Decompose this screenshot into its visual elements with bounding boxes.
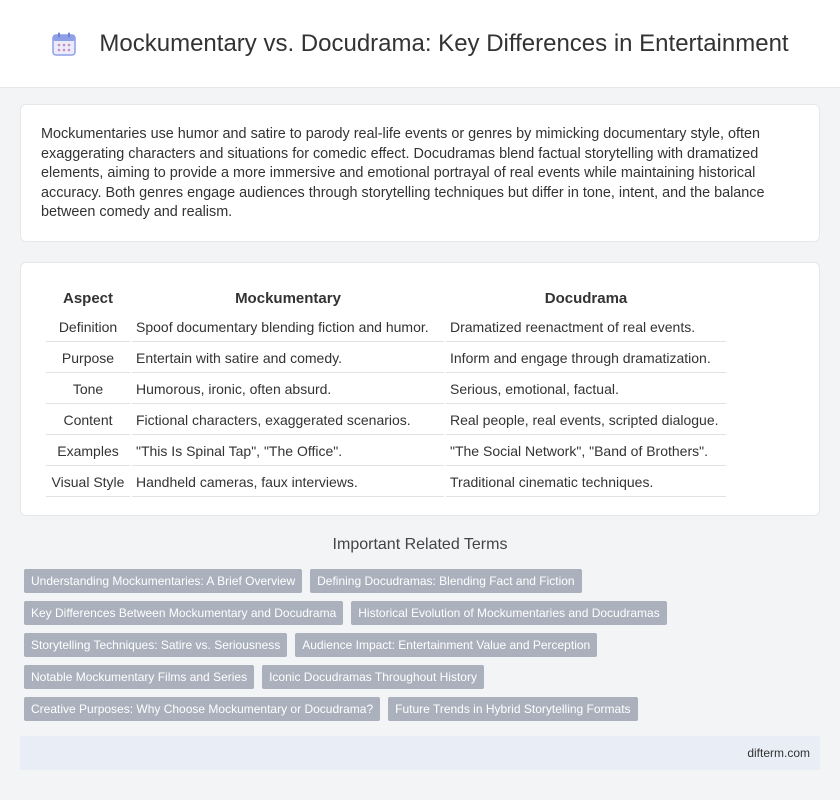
- tag-row: Key Differences Between Mockumentary and…: [24, 601, 824, 625]
- comparison-card: Aspect Mockumentary Docudrama Definition…: [20, 262, 820, 516]
- related-term-tag[interactable]: Historical Evolution of Mockumentaries a…: [351, 601, 667, 625]
- footer-site-link[interactable]: difterm.com: [747, 746, 810, 760]
- table-row: Purpose Entertain with satire and comedy…: [46, 344, 726, 373]
- table-cell-docudrama: Dramatized reenactment of real events.: [446, 313, 726, 342]
- table-cell-aspect: Content: [46, 406, 130, 435]
- tag-row: Understanding Mockumentaries: A Brief Ov…: [24, 569, 824, 593]
- table-cell-docudrama: Traditional cinematic techniques.: [446, 468, 726, 497]
- related-term-tag[interactable]: Understanding Mockumentaries: A Brief Ov…: [24, 569, 303, 593]
- table-cell-aspect: Definition: [46, 313, 130, 342]
- tag-row: Creative Purposes: Why Choose Mockumenta…: [24, 697, 824, 721]
- table-cell-mockumentary: Entertain with satire and comedy.: [132, 344, 444, 373]
- table-cell-aspect: Examples: [46, 437, 130, 466]
- table-cell-mockumentary: Spoof documentary blending fiction and h…: [132, 313, 444, 342]
- intro-card: Mockumentaries use humor and satire to p…: [20, 104, 820, 242]
- column-header-aspect: Aspect: [62, 289, 114, 307]
- table-cell-docudrama: Real people, real events, scripted dialo…: [446, 406, 726, 435]
- related-term-tag[interactable]: Audience Impact: Entertainment Value and…: [295, 633, 598, 657]
- related-terms-list: Understanding Mockumentaries: A Brief Ov…: [24, 569, 824, 729]
- page-footer: difterm.com: [20, 736, 820, 770]
- column-header-docudrama: Docudrama: [544, 289, 628, 307]
- tag-row: Storytelling Techniques: Satire vs. Seri…: [24, 633, 824, 657]
- column-header-mockumentary: Mockumentary: [235, 289, 341, 307]
- table-cell-mockumentary: Humorous, ironic, often absurd.: [132, 375, 444, 404]
- related-term-tag[interactable]: Iconic Docudramas Throughout History: [262, 665, 484, 689]
- table-header-row: Aspect Mockumentary Docudrama: [46, 285, 726, 311]
- page-title: Mockumentary vs. Docudrama: Key Differen…: [99, 29, 789, 57]
- table-cell-aspect: Visual Style: [46, 468, 130, 497]
- table-cell-docudrama: Serious, emotional, factual.: [446, 375, 726, 404]
- table-row: Tone Humorous, ironic, often absurd. Ser…: [46, 375, 726, 404]
- related-term-tag[interactable]: Defining Docudramas: Blending Fact and F…: [310, 569, 582, 593]
- intro-text: Mockumentaries use humor and satire to p…: [41, 126, 765, 221]
- related-term-tag[interactable]: Storytelling Techniques: Satire vs. Seri…: [24, 633, 288, 657]
- table-cell-mockumentary: Handheld cameras, faux interviews.: [132, 468, 444, 497]
- table-cell-aspect: Purpose: [46, 344, 130, 373]
- table-cell-mockumentary: Fictional characters, exaggerated scenar…: [132, 406, 444, 435]
- table-cell-docudrama: Inform and engage through dramatization.: [446, 344, 726, 373]
- table-row: Examples "This Is Spinal Tap", "The Offi…: [46, 437, 726, 466]
- related-terms-title: Important Related Terms: [332, 536, 508, 553]
- table-cell-mockumentary: "This Is Spinal Tap", "The Office".: [132, 437, 444, 466]
- related-term-tag[interactable]: Notable Mockumentary Films and Series: [24, 665, 255, 689]
- table-row: Content Fictional characters, exaggerate…: [46, 406, 726, 435]
- table-cell-docudrama: "The Social Network", "Band of Brothers"…: [446, 437, 726, 466]
- tag-row: Notable Mockumentary Films and Series Ic…: [24, 665, 824, 689]
- page-header: Mockumentary vs. Docudrama: Key Differen…: [0, 0, 840, 88]
- related-term-tag[interactable]: Key Differences Between Mockumentary and…: [24, 601, 344, 625]
- table-row: Definition Spoof documentary blending fi…: [46, 313, 726, 342]
- related-term-tag[interactable]: Creative Purposes: Why Choose Mockumenta…: [24, 697, 381, 721]
- table-cell-aspect: Tone: [46, 375, 130, 404]
- calendar-icon: [52, 32, 77, 56]
- related-term-tag[interactable]: Future Trends in Hybrid Storytelling For…: [388, 697, 638, 721]
- table-row: Visual Style Handheld cameras, faux inte…: [46, 468, 726, 497]
- comparison-table: Aspect Mockumentary Docudrama Definition…: [44, 283, 728, 499]
